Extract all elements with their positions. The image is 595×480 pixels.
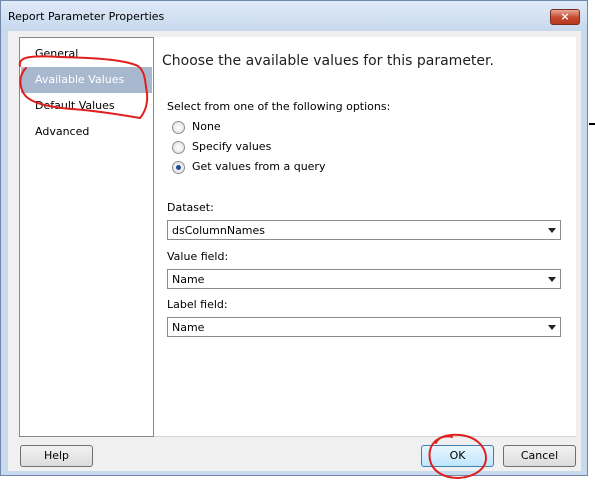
cancel-button[interactable]: Cancel [503, 445, 576, 467]
button-bar-divider [154, 436, 576, 437]
options-label: Select from one of the following options… [167, 100, 391, 113]
radio-none-label: None [192, 120, 221, 133]
value-field-label: Value field: [167, 250, 229, 263]
nav-item-general[interactable]: General [21, 41, 152, 67]
nav-item-advanced[interactable]: Advanced [21, 119, 152, 145]
nav-item-available-values[interactable]: Available Values [21, 67, 152, 93]
nav-item-default-values[interactable]: Default Values [21, 93, 152, 119]
page-title: Choose the available values for this par… [162, 53, 494, 69]
radio-none-circle[interactable] [172, 121, 185, 134]
cursor-mark [589, 123, 595, 125]
nav-panel: General Available Values Default Values … [19, 37, 154, 437]
title-bar[interactable]: Report Parameter Properties × [1, 1, 587, 31]
chevron-down-icon [548, 228, 556, 233]
value-field-dropdown[interactable]: Name [167, 269, 561, 289]
radio-get-values-from-query-circle[interactable] [172, 161, 185, 174]
radio-specify-values-label: Specify values [192, 140, 272, 153]
dataset-label: Dataset: [167, 201, 214, 214]
help-button[interactable]: Help [20, 445, 93, 467]
radio-specify-values-circle[interactable] [172, 141, 185, 154]
dataset-value: dsColumnNames [172, 224, 266, 237]
dataset-dropdown[interactable]: dsColumnNames [167, 220, 561, 240]
label-field-dropdown[interactable]: Name [167, 317, 561, 337]
label-field-value: Name [172, 321, 205, 334]
content-panel: Choose the available values for this par… [154, 37, 576, 437]
dialog-client: General Available Values Default Values … [8, 31, 581, 471]
close-icon: × [560, 10, 570, 23]
radio-get-values-from-query-label: Get values from a query [192, 160, 326, 173]
nav-item-label: Advanced [35, 125, 90, 138]
chevron-down-icon [548, 325, 556, 330]
ok-button[interactable]: OK [421, 445, 494, 467]
label-field-label: Label field: [167, 298, 228, 311]
nav-item-label: Default Values [35, 99, 115, 112]
close-button[interactable]: × [550, 9, 580, 25]
chevron-down-icon [548, 277, 556, 282]
nav-item-label: General [35, 47, 79, 60]
window-title: Report Parameter Properties [8, 10, 165, 23]
dialog-window: Report Parameter Properties × General Av… [0, 0, 588, 476]
nav-item-label: Available Values [35, 73, 125, 86]
value-field-value: Name [172, 273, 205, 286]
